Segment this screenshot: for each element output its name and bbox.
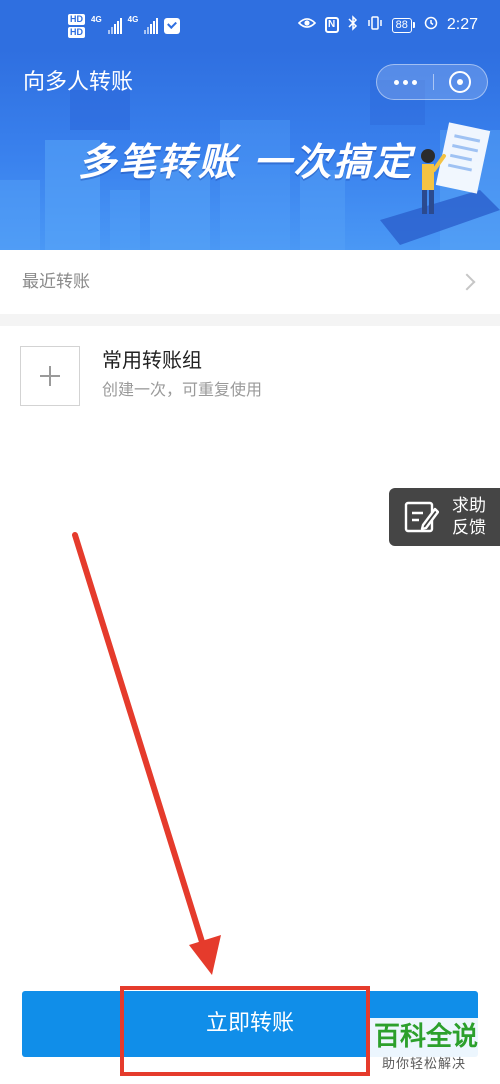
network-type-1: 4G	[91, 15, 102, 24]
header-banner: 向多人转账 多笔转账 一次搞定	[0, 50, 500, 250]
mini-program-capsule	[376, 64, 488, 100]
section-divider	[0, 314, 500, 326]
network-type-2: 4G	[127, 15, 139, 24]
status-bar-right: N 88 2:27	[297, 0, 478, 50]
signal-1-icon	[107, 18, 122, 34]
close-circle-icon[interactable]	[449, 71, 471, 93]
recent-transfers-row[interactable]: 最近转账	[0, 250, 500, 314]
watermark-title: 百科全说	[374, 1022, 479, 1052]
status-bar: HD HD 4G 4G N 88 2:27	[0, 0, 500, 50]
watermark-logo: 百科全说 助你轻松解决	[370, 1018, 498, 1080]
edit-icon	[404, 501, 439, 533]
banner-illustration	[380, 122, 500, 245]
battery-level: 88	[391, 17, 412, 33]
hd-badge-2: HD	[68, 27, 85, 38]
hd-indicators: HD HD	[68, 14, 85, 38]
battery-icon: 88	[391, 17, 415, 33]
page-title: 向多人转账	[23, 70, 134, 95]
help-feedback-button[interactable]: 求助 反馈	[389, 488, 500, 546]
watermark-subtitle: 助你轻松解决	[382, 1057, 467, 1072]
vibrate-icon	[367, 15, 383, 35]
annotation-highlight-box	[120, 986, 370, 1076]
add-group-button[interactable]	[20, 346, 80, 406]
nfc-icon: N	[324, 17, 339, 33]
more-dots-icon[interactable]	[377, 65, 433, 99]
eye-icon	[297, 16, 316, 34]
signal-2-icon	[144, 18, 159, 34]
alarm-icon	[424, 16, 438, 34]
app-notification-icon	[164, 18, 181, 34]
bluetooth-icon	[348, 15, 358, 35]
help-label-line1: 求助	[452, 496, 486, 516]
plus-icon	[40, 366, 60, 386]
clock: 2:27	[446, 16, 478, 33]
help-label-line2: 反馈	[452, 518, 486, 538]
group-subtitle: 创建一次，可重复使用	[102, 380, 263, 399]
recent-transfers-label: 最近转账	[22, 272, 90, 292]
common-group-row[interactable]: 常用转账组 创建一次，可重复使用	[0, 326, 500, 426]
chevron-right-icon	[458, 273, 476, 291]
help-feedback-label: 求助 反馈	[447, 495, 491, 539]
group-title: 常用转账组	[102, 348, 202, 372]
status-bar-left: HD HD 4G 4G	[68, 14, 181, 38]
hd-badge-1: HD	[68, 14, 85, 25]
